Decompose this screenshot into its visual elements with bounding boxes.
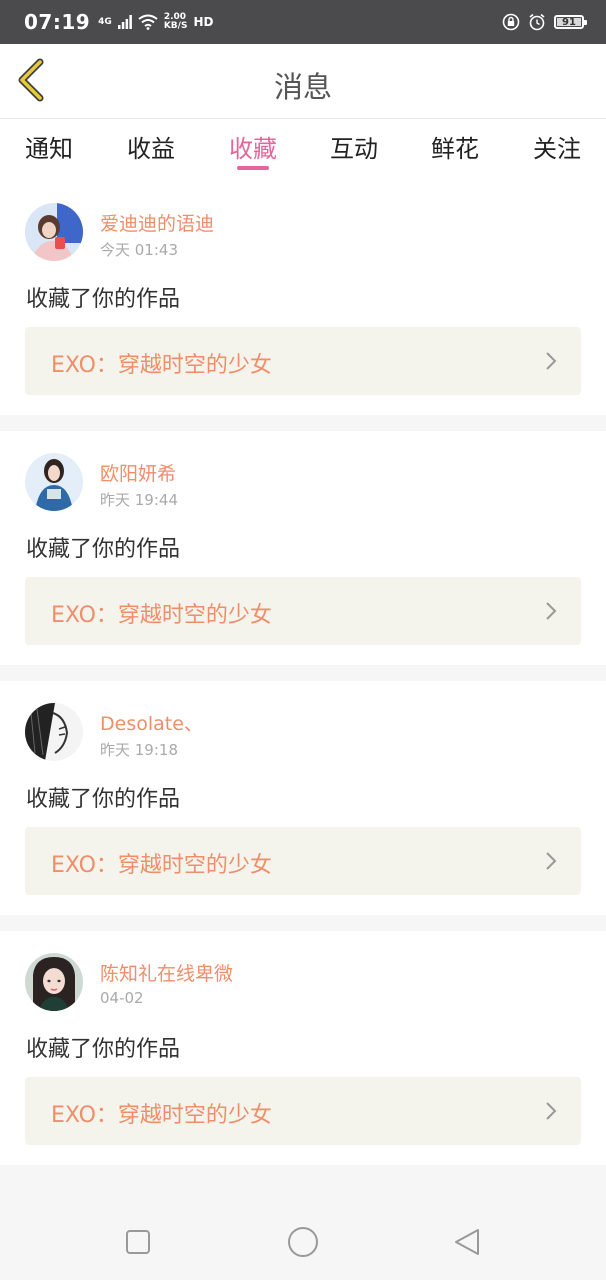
username-link[interactable]: 爱迪迪的语迪 bbox=[100, 209, 214, 236]
lock-rotation-icon bbox=[502, 13, 520, 31]
chevron-right-icon bbox=[546, 852, 557, 870]
status-bar: 07:19 4G 2.00 KB/S HD 91 bbox=[0, 0, 606, 44]
status-time: 07:19 bbox=[24, 10, 91, 34]
hd-indicator: HD bbox=[193, 14, 214, 29]
back-nav-button[interactable] bbox=[448, 1222, 488, 1262]
avatar[interactable] bbox=[25, 453, 83, 511]
message-time: 04-02 bbox=[100, 989, 144, 1007]
triangle-back-icon bbox=[455, 1229, 479, 1255]
message-time: 昨天 19:44 bbox=[100, 491, 178, 509]
network-type: 4G bbox=[98, 16, 112, 27]
message-card: 爱迪迪的语迪 今天 01:43 收藏了你的作品 EXO：穿越时空的少女 bbox=[0, 181, 606, 415]
work-link[interactable]: EXO：穿越时空的少女 bbox=[25, 827, 581, 895]
avatar-image bbox=[25, 453, 83, 511]
network-speed: 2.00 KB/S bbox=[164, 13, 188, 31]
tab-earnings[interactable]: 收益 bbox=[111, 129, 191, 164]
avatar[interactable] bbox=[25, 953, 83, 1011]
status-left: 07:19 4G 2.00 KB/S HD bbox=[24, 10, 213, 34]
work-title: EXO：穿越时空的少女 bbox=[51, 1103, 272, 1128]
work-title: EXO：穿越时空的少女 bbox=[51, 353, 272, 378]
battery-icon: 91 bbox=[554, 15, 587, 29]
chevron-right-icon bbox=[546, 602, 557, 620]
recent-apps-button[interactable] bbox=[118, 1222, 158, 1262]
work-title: EXO：穿越时空的少女 bbox=[51, 853, 272, 878]
work-link[interactable]: EXO：穿越时空的少女 bbox=[25, 577, 581, 645]
message-action: 收藏了你的作品 bbox=[26, 787, 181, 812]
work-link[interactable]: EXO：穿越时空的少女 bbox=[25, 327, 581, 395]
status-right: 91 bbox=[502, 13, 587, 31]
message-action: 收藏了你的作品 bbox=[26, 287, 181, 312]
wifi-icon bbox=[138, 14, 158, 30]
message-action: 收藏了你的作品 bbox=[26, 1037, 181, 1062]
alarm-icon bbox=[529, 13, 545, 31]
tab-bar: 通知 收益 收藏 互动 鲜花 关注 bbox=[0, 119, 606, 181]
username-link[interactable]: 陈知礼在线卑微 bbox=[100, 959, 233, 986]
tab-favorites[interactable]: 收藏 bbox=[213, 129, 293, 164]
tab-notifications[interactable]: 通知 bbox=[9, 129, 89, 164]
header: 消息 bbox=[0, 44, 606, 119]
network-group: 4G 2.00 KB/S HD bbox=[98, 13, 213, 31]
avatar[interactable] bbox=[25, 203, 83, 261]
message-card: 陈知礼在线卑微 04-02 收藏了你的作品 EXO：穿越时空的少女 bbox=[0, 931, 606, 1165]
page-title: 消息 bbox=[273, 70, 332, 104]
battery-level: 91 bbox=[562, 16, 576, 28]
circle-icon bbox=[288, 1227, 318, 1257]
message-time: 今天 01:43 bbox=[100, 241, 178, 259]
username-link[interactable]: Desolate、 bbox=[100, 709, 203, 736]
avatar-image bbox=[25, 953, 83, 1011]
chevron-right-icon bbox=[546, 1102, 557, 1120]
tab-follows[interactable]: 关注 bbox=[517, 129, 597, 164]
message-action: 收藏了你的作品 bbox=[26, 537, 181, 562]
avatar[interactable] bbox=[25, 703, 83, 761]
message-time: 昨天 19:18 bbox=[100, 741, 178, 759]
work-link[interactable]: EXO：穿越时空的少女 bbox=[25, 1077, 581, 1145]
active-tab-indicator bbox=[237, 166, 269, 170]
avatar-image bbox=[25, 703, 83, 761]
chevron-right-icon bbox=[546, 352, 557, 370]
signal-icon bbox=[117, 15, 132, 29]
message-card: Desolate、 昨天 19:18 收藏了你的作品 EXO：穿越时空的少女 bbox=[0, 681, 606, 915]
speed-unit: KB/S bbox=[163, 21, 188, 31]
tab-flowers[interactable]: 鲜花 bbox=[415, 129, 495, 164]
message-card: 欧阳妍希 昨天 19:44 收藏了你的作品 EXO：穿越时空的少女 bbox=[0, 431, 606, 665]
avatar-image bbox=[25, 203, 83, 261]
username-link[interactable]: 欧阳妍希 bbox=[100, 459, 176, 486]
system-nav-bar bbox=[0, 1200, 606, 1280]
home-button[interactable] bbox=[283, 1222, 323, 1262]
tab-interactions[interactable]: 互动 bbox=[314, 129, 394, 164]
work-title: EXO：穿越时空的少女 bbox=[51, 603, 272, 628]
square-icon bbox=[126, 1230, 150, 1254]
